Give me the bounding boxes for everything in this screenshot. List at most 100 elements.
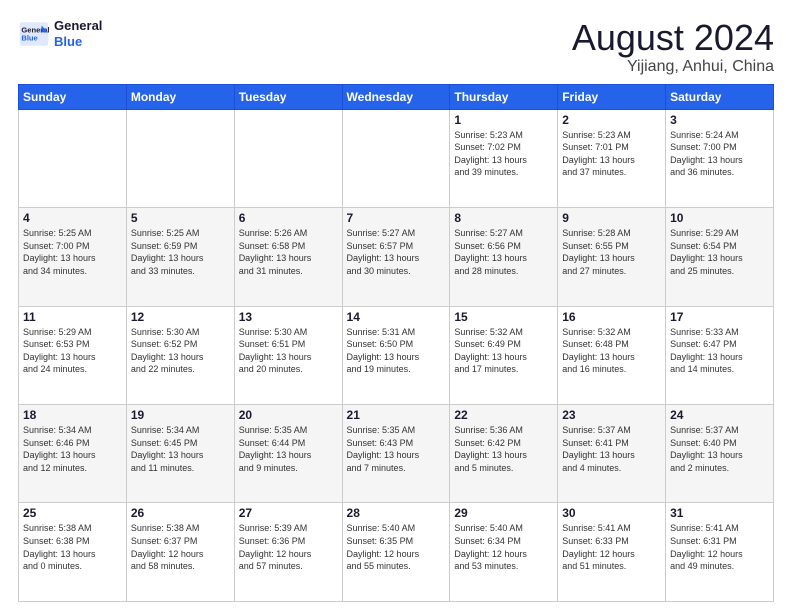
calendar-cell: 8 Sunrise: 5:27 AMSunset: 6:56 PMDaylight… — [450, 208, 558, 306]
day-number: 15 — [454, 310, 553, 324]
svg-text:Blue: Blue — [21, 33, 37, 42]
day-number: 12 — [131, 310, 230, 324]
calendar-cell: 4Sunrise: 5:25 AMSunset: 7:00 PMDaylight… — [19, 208, 127, 306]
day-number: 19 — [131, 408, 230, 422]
calendar-cell: 30Sunrise: 5:41 AMSunset: 6:33 PMDayligh… — [558, 503, 666, 602]
calendar-cell — [126, 109, 234, 207]
day-info: Sunrise: 5:27 AMSunset: 6:56 PMDaylight:… — [454, 227, 553, 277]
logo-icon: General Blue — [18, 20, 50, 48]
day-info: Sunrise: 5:39 AMSunset: 6:36 PMDaylight:… — [239, 522, 338, 572]
calendar-cell: 19 Sunrise: 5:34 AMSunset: 6:45 PMDayligh… — [126, 405, 234, 503]
day-number: 11 — [23, 310, 122, 324]
day-info: Sunrise: 5:38 AMSunset: 6:37 PMDaylight:… — [131, 522, 230, 572]
calendar-body: 1Sunrise: 5:23 AMSunset: 7:02 PMDaylight… — [19, 109, 774, 601]
calendar-cell: 22 Sunrise: 5:36 AMSunset: 6:42 PMDayligh… — [450, 405, 558, 503]
day-number: 10 — [670, 211, 769, 225]
calendar-header: SundayMondayTuesdayWednesdayThursdayFrid… — [19, 84, 774, 109]
calendar-week-3: 11 Sunrise: 5:29 AMSunset: 6:53 PMDayligh… — [19, 306, 774, 404]
calendar-table: SundayMondayTuesdayWednesdayThursdayFrid… — [18, 84, 774, 602]
weekday-header-monday: Monday — [126, 84, 234, 109]
calendar-cell: 6 Sunrise: 5:26 AMSunset: 6:58 PMDaylight… — [234, 208, 342, 306]
day-info: Sunrise: 5:32 AMSunset: 6:49 PMDaylight:… — [454, 326, 553, 376]
day-info: Sunrise: 5:40 AMSunset: 6:34 PMDaylight:… — [454, 522, 553, 572]
day-number: 7 — [347, 211, 446, 225]
day-number: 20 — [239, 408, 338, 422]
day-info: Sunrise: 5:23 AMSunset: 7:01 PMDaylight:… — [562, 129, 661, 179]
day-number: 17 — [670, 310, 769, 324]
calendar-cell: 25Sunrise: 5:38 AMSunset: 6:38 PMDayligh… — [19, 503, 127, 602]
day-number: 6 — [239, 211, 338, 225]
weekday-header-saturday: Saturday — [666, 84, 774, 109]
day-number: 16 — [562, 310, 661, 324]
calendar-cell: 18Sunrise: 5:34 AMSunset: 6:46 PMDayligh… — [19, 405, 127, 503]
day-info: Sunrise: 5:26 AMSunset: 6:58 PMDaylight:… — [239, 227, 338, 277]
day-number: 29 — [454, 506, 553, 520]
calendar-week-4: 18Sunrise: 5:34 AMSunset: 6:46 PMDayligh… — [19, 405, 774, 503]
calendar-cell: 14 Sunrise: 5:31 AMSunset: 6:50 PMDayligh… — [342, 306, 450, 404]
day-number: 5 — [131, 211, 230, 225]
weekday-header-row: SundayMondayTuesdayWednesdayThursdayFrid… — [19, 84, 774, 109]
weekday-header-tuesday: Tuesday — [234, 84, 342, 109]
calendar-cell: 3 Sunrise: 5:24 AMSunset: 7:00 PMDaylight… — [666, 109, 774, 207]
calendar-cell: 2Sunrise: 5:23 AMSunset: 7:01 PMDaylight… — [558, 109, 666, 207]
calendar-week-1: 1Sunrise: 5:23 AMSunset: 7:02 PMDaylight… — [19, 109, 774, 207]
day-info: Sunrise: 5:37 AMSunset: 6:41 PMDaylight:… — [562, 424, 661, 474]
calendar-cell: 27 Sunrise: 5:39 AMSunset: 6:36 PMDayligh… — [234, 503, 342, 602]
calendar-cell: 10Sunrise: 5:29 AMSunset: 6:54 PMDayligh… — [666, 208, 774, 306]
logo: General Blue General Blue — [18, 18, 102, 49]
day-info: Sunrise: 5:32 AMSunset: 6:48 PMDaylight:… — [562, 326, 661, 376]
day-number: 23 — [562, 408, 661, 422]
calendar-week-5: 25Sunrise: 5:38 AMSunset: 6:38 PMDayligh… — [19, 503, 774, 602]
day-info: Sunrise: 5:25 AMSunset: 7:00 PMDaylight:… — [23, 227, 122, 277]
calendar-cell: 7 Sunrise: 5:27 AMSunset: 6:57 PMDaylight… — [342, 208, 450, 306]
title-block: August 2024 Yijiang, Anhui, China — [572, 18, 774, 76]
logo-text: General Blue — [54, 18, 102, 49]
day-info: Sunrise: 5:41 AMSunset: 6:31 PMDaylight:… — [670, 522, 769, 572]
calendar-cell: 1Sunrise: 5:23 AMSunset: 7:02 PMDaylight… — [450, 109, 558, 207]
day-info: Sunrise: 5:29 AMSunset: 6:53 PMDaylight:… — [23, 326, 122, 376]
day-info: Sunrise: 5:27 AMSunset: 6:57 PMDaylight:… — [347, 227, 446, 277]
day-number: 9 — [562, 211, 661, 225]
weekday-header-thursday: Thursday — [450, 84, 558, 109]
day-info: Sunrise: 5:35 AMSunset: 6:43 PMDaylight:… — [347, 424, 446, 474]
day-info: Sunrise: 5:37 AMSunset: 6:40 PMDaylight:… — [670, 424, 769, 474]
calendar-cell: 21Sunrise: 5:35 AMSunset: 6:43 PMDayligh… — [342, 405, 450, 503]
calendar-cell: 20 Sunrise: 5:35 AMSunset: 6:44 PMDayligh… — [234, 405, 342, 503]
day-info: Sunrise: 5:34 AMSunset: 6:45 PMDaylight:… — [131, 424, 230, 474]
day-number: 14 — [347, 310, 446, 324]
day-number: 30 — [562, 506, 661, 520]
day-number: 25 — [23, 506, 122, 520]
day-info: Sunrise: 5:35 AMSunset: 6:44 PMDaylight:… — [239, 424, 338, 474]
calendar-cell: 17 Sunrise: 5:33 AMSunset: 6:47 PMDayligh… — [666, 306, 774, 404]
calendar-cell — [342, 109, 450, 207]
calendar-cell: 12 Sunrise: 5:30 AMSunset: 6:52 PMDayligh… — [126, 306, 234, 404]
day-number: 18 — [23, 408, 122, 422]
day-info: Sunrise: 5:40 AMSunset: 6:35 PMDaylight:… — [347, 522, 446, 572]
day-info: Sunrise: 5:24 AMSunset: 7:00 PMDaylight:… — [670, 129, 769, 179]
day-info: Sunrise: 5:36 AMSunset: 6:42 PMDaylight:… — [454, 424, 553, 474]
day-info: Sunrise: 5:23 AMSunset: 7:02 PMDaylight:… — [454, 129, 553, 179]
weekday-header-friday: Friday — [558, 84, 666, 109]
day-info: Sunrise: 5:33 AMSunset: 6:47 PMDaylight:… — [670, 326, 769, 376]
calendar-week-2: 4Sunrise: 5:25 AMSunset: 7:00 PMDaylight… — [19, 208, 774, 306]
day-info: Sunrise: 5:28 AMSunset: 6:55 PMDaylight:… — [562, 227, 661, 277]
day-number: 3 — [670, 113, 769, 127]
header: General Blue General Blue August 2024 Yi… — [18, 18, 774, 76]
day-number: 22 — [454, 408, 553, 422]
calendar-cell: 11 Sunrise: 5:29 AMSunset: 6:53 PMDayligh… — [19, 306, 127, 404]
calendar-cell: 26Sunrise: 5:38 AMSunset: 6:37 PMDayligh… — [126, 503, 234, 602]
day-number: 13 — [239, 310, 338, 324]
day-info: Sunrise: 5:31 AMSunset: 6:50 PMDaylight:… — [347, 326, 446, 376]
page: General Blue General Blue August 2024 Yi… — [0, 0, 792, 612]
day-number: 28 — [347, 506, 446, 520]
calendar-cell: 15 Sunrise: 5:32 AMSunset: 6:49 PMDayligh… — [450, 306, 558, 404]
day-number: 27 — [239, 506, 338, 520]
weekday-header-sunday: Sunday — [19, 84, 127, 109]
day-number: 8 — [454, 211, 553, 225]
calendar-cell: 9 Sunrise: 5:28 AMSunset: 6:55 PMDaylight… — [558, 208, 666, 306]
day-info: Sunrise: 5:30 AMSunset: 6:52 PMDaylight:… — [131, 326, 230, 376]
day-info: Sunrise: 5:25 AMSunset: 6:59 PMDaylight:… — [131, 227, 230, 277]
calendar-cell: 5 Sunrise: 5:25 AMSunset: 6:59 PMDaylight… — [126, 208, 234, 306]
main-title: August 2024 — [572, 18, 774, 58]
calendar-cell: 28 Sunrise: 5:40 AMSunset: 6:35 PMDayligh… — [342, 503, 450, 602]
